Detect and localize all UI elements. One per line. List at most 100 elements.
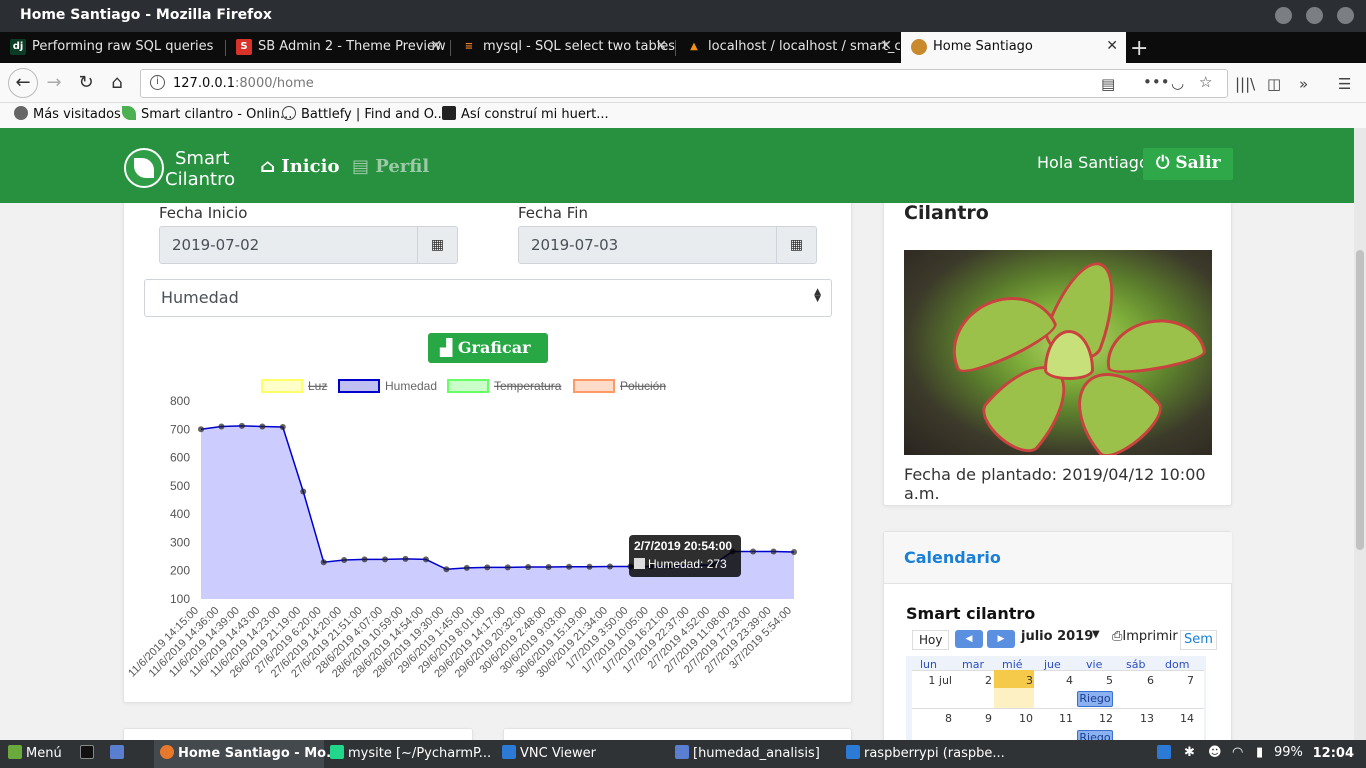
new-tab-button[interactable]: + xyxy=(1130,36,1148,61)
sensor-select[interactable]: Humedad ▲ ▼ xyxy=(144,279,832,317)
site-logo[interactable]: Smart Cilantro xyxy=(165,148,235,190)
tab-raw-sql[interactable]: dj Performing raw SQL queries xyxy=(0,32,225,63)
address-bar[interactable]: i 127.0.0.1:8000/home ▤ ••• ◡ ☆ xyxy=(140,69,1228,98)
files-launcher[interactable] xyxy=(110,745,128,761)
tooltip-swatch xyxy=(634,558,645,569)
hamburger-menu-icon[interactable]: ☰ xyxy=(1338,75,1351,93)
sidebar-icon[interactable]: ◫ xyxy=(1267,75,1281,93)
print-button[interactable]: ⎙Imprimir xyxy=(1112,629,1178,653)
calendar-icon[interactable]: ▦ xyxy=(776,227,816,263)
legend-label: Polución xyxy=(620,379,666,393)
minimize-button[interactable] xyxy=(1275,7,1292,24)
calendar-day[interactable]: 14 xyxy=(1158,712,1194,725)
user-icon[interactable]: ☻ xyxy=(1208,745,1222,760)
tab-sb-admin[interactable]: S SB Admin 2 - Theme Preview ✕ xyxy=(226,32,450,63)
start-menu-button[interactable]: Menú xyxy=(8,745,62,761)
wifi-icon[interactable]: ◠ xyxy=(1232,745,1243,760)
bookmark-mas-visitados[interactable]: Más visitados xyxy=(14,106,121,122)
battery-icon[interactable]: ▮ xyxy=(1256,745,1263,760)
end-date-input[interactable]: 2019-07-03 ▦ xyxy=(518,226,817,264)
legend-swatch xyxy=(447,379,489,393)
y-tick-label: 100 xyxy=(170,592,190,606)
taskbar-firefox[interactable]: Home Santiago - Mo... xyxy=(160,745,341,761)
page-scrollbar[interactable] xyxy=(1354,128,1366,740)
home-button[interactable]: ⌂ xyxy=(105,71,129,95)
taskbar-raspberrypi[interactable]: raspberrypi (raspbe... xyxy=(846,745,1005,761)
calendar-day[interactable]: 7 xyxy=(1158,674,1194,687)
calendar-day[interactable]: 5 xyxy=(1077,674,1113,687)
overflow-chevron-icon[interactable]: » xyxy=(1299,75,1308,93)
tab-phpmyadmin[interactable]: ▲ localhost / localhost / smart_c ✕ xyxy=(676,32,900,63)
calendar-day[interactable]: 12 xyxy=(1077,712,1113,725)
humedad-point xyxy=(770,548,777,555)
plant-photo xyxy=(904,250,1212,455)
logo-leaf-icon[interactable] xyxy=(124,148,164,188)
bookmark-battlefy[interactable]: Battlefy | Find and O... xyxy=(282,106,446,122)
week-view-button[interactable]: Sem xyxy=(1180,630,1217,650)
month-dropdown-icon[interactable]: ▼ xyxy=(1092,629,1100,653)
vnc-icon xyxy=(846,745,860,759)
calendar-day-today[interactable]: 3 xyxy=(997,674,1033,687)
reload-button[interactable]: ↻ xyxy=(74,71,98,95)
select-caret-icon: ▲ ▼ xyxy=(814,287,821,304)
start-date-input[interactable]: 2019-07-02 ▦ xyxy=(159,226,458,264)
close-tab-icon[interactable]: ✕ xyxy=(655,38,667,54)
maximize-button[interactable] xyxy=(1306,7,1323,24)
bookmark-smart-cilantro[interactable]: Smart cilantro - Onlin... xyxy=(122,106,292,122)
django-icon: dj xyxy=(10,39,26,55)
humedad-point xyxy=(422,556,429,563)
scrollbar-thumb[interactable] xyxy=(1356,250,1364,550)
nav-inicio[interactable]: ⌂ Inicio xyxy=(260,156,339,177)
plant-title: Cilantro xyxy=(904,202,989,224)
bluetooth-icon[interactable]: ✱ xyxy=(1184,745,1195,760)
close-tab-icon[interactable]: ✕ xyxy=(1106,38,1118,54)
nav-perfil[interactable]: ▤ Perfil xyxy=(352,156,429,177)
pocket-icon[interactable]: ◡ xyxy=(1171,74,1184,92)
calendar-day[interactable]: 13 xyxy=(1118,712,1154,725)
bookmark-huerto[interactable]: Así construí mi huert... xyxy=(442,106,609,122)
calendar-header: Calendario xyxy=(884,532,1232,584)
close-tab-icon[interactable]: ✕ xyxy=(880,38,892,54)
taskbar-pycharm[interactable]: mysite [~/PycharmP... xyxy=(330,745,491,761)
taskbar-vnc[interactable]: VNC Viewer xyxy=(502,745,596,761)
calendar-day[interactable]: 10 xyxy=(997,712,1033,725)
reader-view-icon[interactable]: ▤ xyxy=(1101,75,1115,93)
page-actions-icon[interactable]: ••• xyxy=(1143,73,1170,91)
calendar-day[interactable]: 11 xyxy=(1037,712,1073,725)
calendar-event-riego[interactable]: Riego xyxy=(1077,730,1113,740)
tab-mysql[interactable]: ≡ mysql - SQL select two tables ✕ xyxy=(451,32,675,63)
terminal-launcher[interactable] xyxy=(80,745,98,761)
taskbar-folder[interactable]: [humedad_analisis] xyxy=(675,745,820,761)
y-tick-label: 600 xyxy=(170,451,190,465)
humedad-point xyxy=(259,423,266,430)
humedad-point xyxy=(238,422,245,429)
logout-button[interactable]: ⏻ Salir xyxy=(1143,148,1233,180)
calendar-day[interactable]: 1 jul xyxy=(916,674,952,687)
humedad-point xyxy=(525,564,532,571)
calendar-day[interactable]: 6 xyxy=(1118,674,1154,687)
close-window-button[interactable] xyxy=(1337,7,1354,24)
power-icon: ⏻ xyxy=(1156,153,1176,173)
calendar-icon[interactable]: ▦ xyxy=(417,227,457,263)
info-icon[interactable]: i xyxy=(150,75,165,90)
next-month-button[interactable]: ▶ xyxy=(987,630,1015,648)
tray-vnc-icon[interactable] xyxy=(1157,745,1175,761)
calendar-day[interactable]: 8 xyxy=(916,712,952,725)
calendar-day[interactable]: 9 xyxy=(956,712,992,725)
calendar-day[interactable]: 4 xyxy=(1037,674,1073,687)
tab-home-santiago[interactable]: Home Santiago ✕ xyxy=(901,32,1126,63)
mint-logo-icon xyxy=(8,745,22,759)
bookmark-star-icon[interactable]: ☆ xyxy=(1199,73,1212,91)
calendar-event-riego[interactable]: Riego xyxy=(1077,691,1113,707)
humedad-point xyxy=(791,549,797,556)
calendar-card: Calendario Smart cilantro Hoy ◀ ▶ julio … xyxy=(883,531,1232,740)
humidity-chart[interactable]: Luz Humedad Temperatura Polución 100 200 300 40… xyxy=(124,359,853,704)
y-tick-label: 200 xyxy=(170,564,190,578)
prev-month-button[interactable]: ◀ xyxy=(955,630,983,648)
calendar-day[interactable]: 2 xyxy=(956,674,992,687)
today-button[interactable]: Hoy xyxy=(912,630,950,650)
forward-button[interactable]: → xyxy=(42,71,66,95)
close-tab-icon[interactable]: ✕ xyxy=(430,38,442,54)
back-button[interactable]: ← xyxy=(8,68,38,98)
library-icon[interactable]: |||\ xyxy=(1235,75,1255,93)
